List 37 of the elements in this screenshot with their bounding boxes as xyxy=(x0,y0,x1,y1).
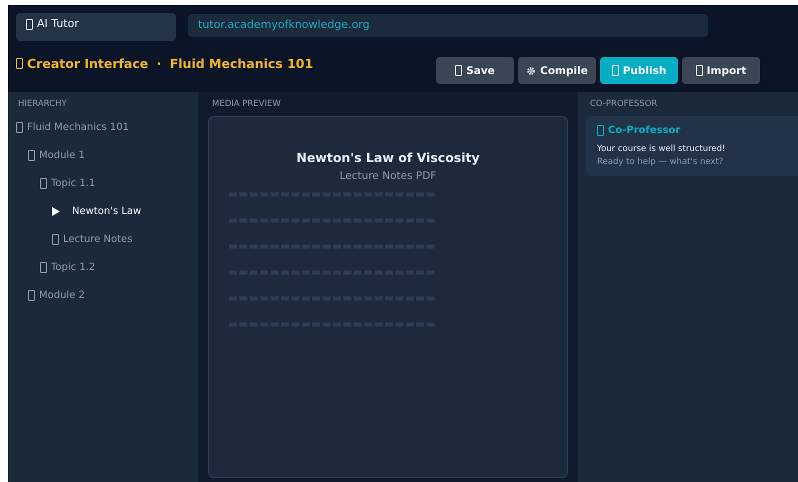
document-title: Newton's Law of Viscosity xyxy=(296,150,480,165)
tree-item[interactable]: Newton's Law xyxy=(8,197,198,225)
box-icon xyxy=(612,65,619,76)
course-title: Fluid Mechanics 101 xyxy=(170,56,314,70)
assistant-message: Your course is well structured! xyxy=(597,144,726,154)
tree-item[interactable]: Fluid Mechanics 101 xyxy=(8,113,198,141)
assistant-message: Ready to help — what's next? xyxy=(597,157,724,167)
page-title: Creator Interface xyxy=(27,56,148,70)
box-icon xyxy=(26,19,33,30)
app-name: AI Tutor xyxy=(37,17,79,30)
document-type: Lecture Notes PDF xyxy=(340,170,436,182)
box-icon xyxy=(597,125,604,136)
tree-item[interactable]: Topic 1.2 xyxy=(8,253,198,281)
assistant-title: Co-Professor xyxy=(608,125,680,136)
box-icon xyxy=(16,58,23,68)
box-icon xyxy=(52,234,59,244)
tree-item[interactable]: Lecture Notes xyxy=(8,225,198,253)
toolbar-button[interactable]: Compile xyxy=(518,57,596,84)
box-icon xyxy=(40,178,47,188)
box-icon xyxy=(28,290,35,300)
panel-heading: HIERARCHY xyxy=(17,99,68,111)
toolbar-button[interactable]: Save xyxy=(436,57,514,84)
box-icon xyxy=(28,150,35,160)
panel-heading: MEDIA PREVIEW xyxy=(211,99,282,111)
box-icon xyxy=(696,65,703,76)
box-icon xyxy=(455,65,462,76)
play-icon xyxy=(52,206,60,216)
tree-item[interactable]: Module 1 xyxy=(8,141,198,169)
box-icon xyxy=(40,262,47,272)
gear-icon xyxy=(526,66,536,76)
tree-item[interactable]: Module 2 xyxy=(8,281,198,309)
title-separator: · xyxy=(156,56,162,70)
address-field[interactable]: tutor.academyofknowledge.org xyxy=(188,14,708,37)
panel-heading: CO-PROFESSOR xyxy=(589,99,658,111)
toolbar-button[interactable]: Import xyxy=(682,57,760,84)
box-icon xyxy=(16,122,23,132)
tree-item[interactable]: Topic 1.1 xyxy=(8,169,198,197)
